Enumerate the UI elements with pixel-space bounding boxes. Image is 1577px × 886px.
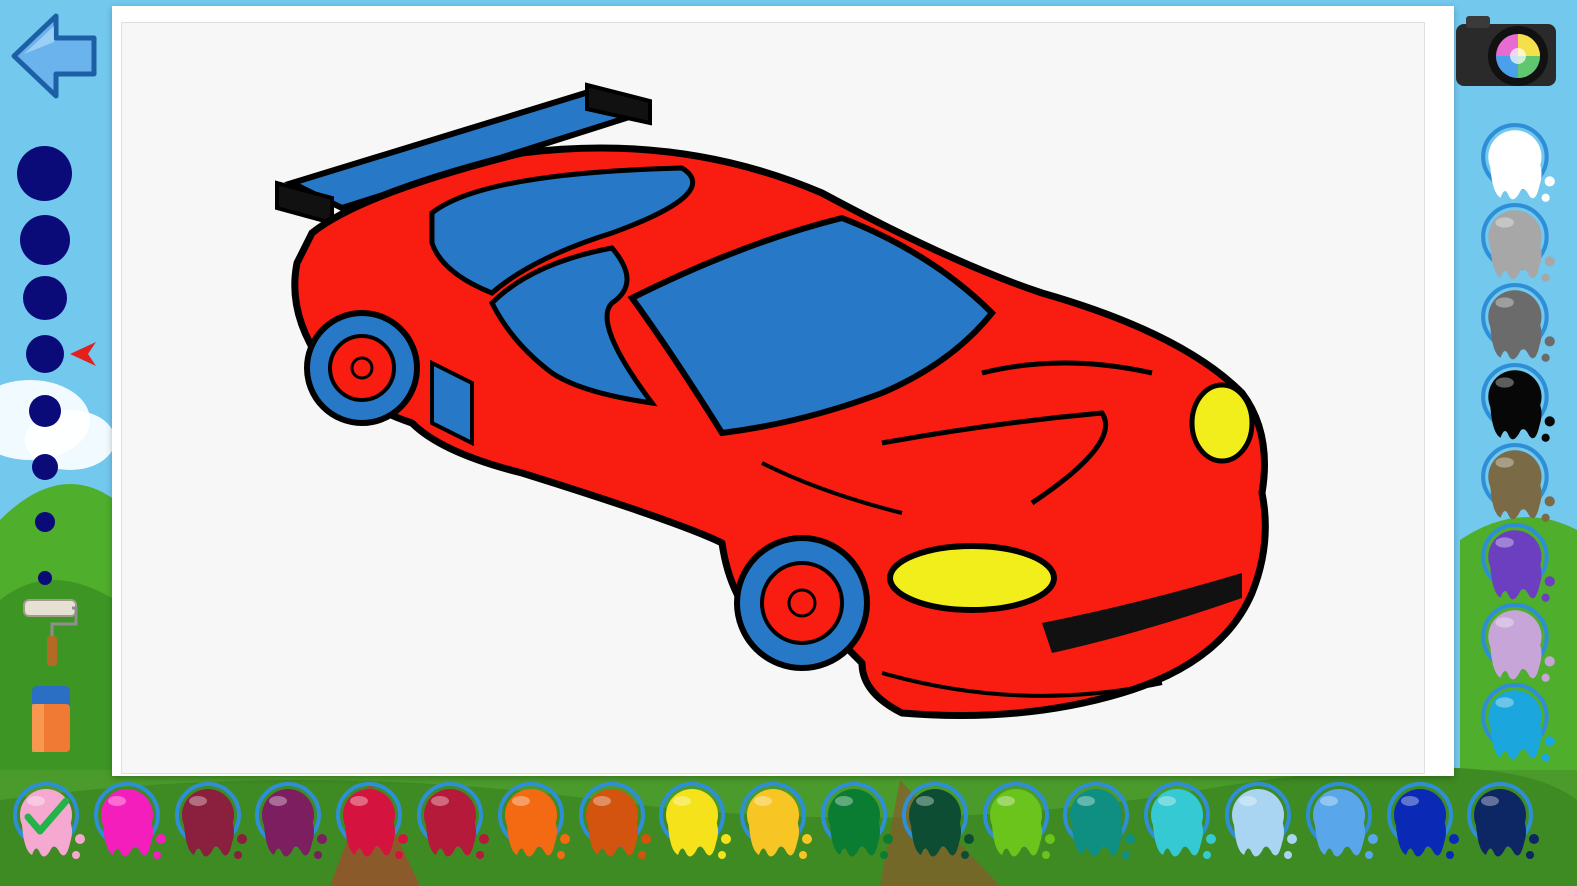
color-swatch-royal-blue[interactable] xyxy=(1384,780,1464,866)
color-swatch-sky-blue[interactable] xyxy=(1475,682,1563,768)
back-arrow-icon xyxy=(11,13,97,99)
color-swatch-black[interactable] xyxy=(1475,362,1563,448)
color-swatch-maroon[interactable] xyxy=(172,780,252,866)
eraser-icon xyxy=(32,686,70,752)
brush-size-4[interactable] xyxy=(26,335,64,373)
color-swatch-gold[interactable] xyxy=(737,780,817,866)
color-swatch-green[interactable] xyxy=(818,780,898,866)
color-swatch-crimson[interactable] xyxy=(333,780,413,866)
brush-size-3[interactable] xyxy=(23,276,67,320)
color-swatch-dark-gray[interactable] xyxy=(1475,282,1563,368)
car-drawing[interactable] xyxy=(122,23,1424,773)
color-swatch-light-pink[interactable] xyxy=(10,780,90,866)
color-swatch-cornflower[interactable] xyxy=(1303,780,1383,866)
color-swatch-teal[interactable] xyxy=(1060,780,1140,866)
color-swatch-navy[interactable] xyxy=(1464,780,1544,866)
camera-button[interactable] xyxy=(1452,12,1564,92)
brush-size-2[interactable] xyxy=(20,215,70,265)
color-swatch-light-gray[interactable] xyxy=(1475,202,1563,288)
color-swatch-white[interactable] xyxy=(1475,122,1563,208)
paint-roller-icon xyxy=(23,599,78,666)
color-swatch-burnt-orange[interactable] xyxy=(576,780,656,866)
color-swatch-orange[interactable] xyxy=(495,780,575,866)
color-swatch-pale-blue[interactable] xyxy=(1222,780,1302,866)
color-swatch-plum[interactable] xyxy=(252,780,332,866)
camera-icon xyxy=(1456,16,1556,86)
brush-size-6[interactable] xyxy=(32,454,58,480)
color-swatch-dark-red[interactable] xyxy=(414,780,494,866)
color-swatch-lavender[interactable] xyxy=(1475,602,1563,688)
eraser-button[interactable] xyxy=(28,684,74,756)
brush-size-5[interactable] xyxy=(29,395,61,427)
fill-tool-button[interactable] xyxy=(22,598,78,668)
color-swatch-purple[interactable] xyxy=(1475,522,1563,608)
color-swatch-turquoise[interactable] xyxy=(1141,780,1221,866)
drawing-canvas[interactable] xyxy=(121,22,1425,774)
color-swatch-lime[interactable] xyxy=(980,780,1060,866)
selected-brush-indicator xyxy=(70,340,98,372)
color-swatch-magenta[interactable] xyxy=(91,780,171,866)
brush-size-1[interactable] xyxy=(17,146,72,201)
color-swatch-brown[interactable] xyxy=(1475,442,1563,528)
brush-size-8[interactable] xyxy=(38,571,52,585)
brush-size-7[interactable] xyxy=(35,512,55,532)
back-button[interactable] xyxy=(8,10,100,102)
color-swatch-yellow[interactable] xyxy=(656,780,736,866)
color-swatch-dark-green[interactable] xyxy=(899,780,979,866)
